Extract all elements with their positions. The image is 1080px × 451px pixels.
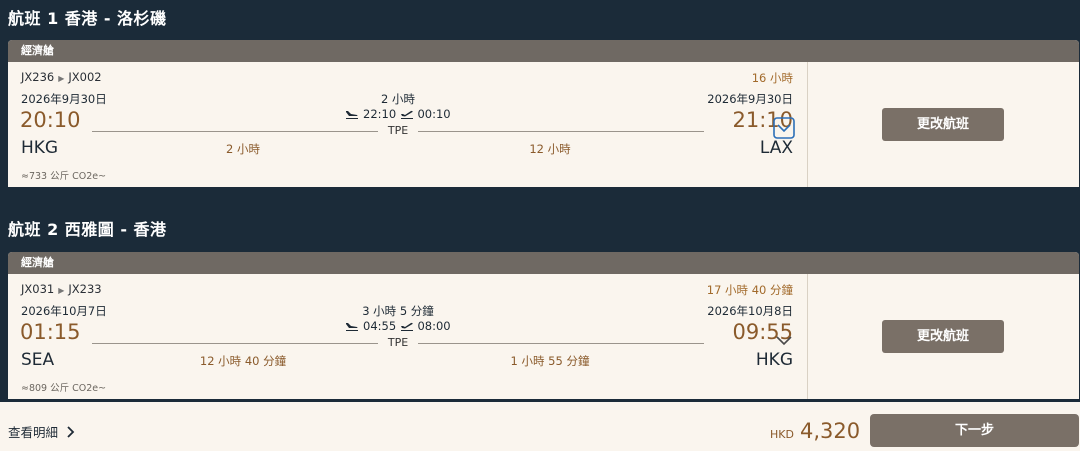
flight-2-body: JX031 ▶ JX233 17 小時 40 分鐘 2026年10月7日 3 小時 … [8,274,1079,399]
stopover-depart-time: 00:10 [417,107,451,121]
chevron-down-icon [773,117,795,139]
depart-date: 2026年10月7日 [21,304,107,318]
leg-2-duration: 12 小時 [529,142,571,156]
arrive-airport: HKG [755,350,793,370]
flight-numbers: JX031 ▶ JX233 [21,282,102,296]
depart-date: 2026年9月30日 [21,92,107,106]
cabin-header: 經濟艙 [8,252,1079,274]
flight-number-second: JX233 [68,282,102,296]
total-duration: 16 小時 [751,71,793,85]
view-details-link[interactable]: 查看明細 [8,422,75,441]
co2-estimate: ≈733 公斤 CO2e~ [21,171,107,182]
total-duration: 17 小時 40 分鐘 [706,283,793,297]
card-divider [807,274,808,399]
stopover-times: 22:10 00:10 [288,107,508,121]
plane-takeoff-icon [400,322,413,331]
footer-bar: 查看明細 HKD 4,320 下一步 [0,402,1080,451]
leg-1-duration: 2 小時 [226,142,260,156]
flight-2-title: 航班 2 西雅圖 - 香港 [8,220,167,239]
co2-estimate: ≈809 公斤 CO2e~ [21,383,107,394]
stopover-airport: TPE [378,124,418,137]
stopover-duration: 3 小時 5 分鐘 [362,304,434,318]
total-price: 4,320 [800,419,861,443]
stopover-times: 04:55 08:00 [288,319,508,333]
next-step-button[interactable]: 下一步 [870,414,1079,447]
depart-airport: HKG [21,138,59,158]
flight-number-first: JX031 [21,282,55,296]
triangle-right-icon: ▶ [58,286,65,295]
plane-landing-icon [346,323,359,331]
change-flight-button[interactable]: 更改航班 [882,108,1004,141]
expand-toggle[interactable] [773,117,795,139]
chevron-right-icon [67,426,75,438]
flight-numbers: JX236 ▶ JX002 [21,70,102,84]
chevron-down-icon [776,336,792,346]
flight-1-title: 航班 1 香港 - 洛杉磯 [8,9,167,28]
leg-2-duration: 1 小時 55 分鐘 [510,354,590,368]
arrive-airport: LAX [759,138,793,158]
stopover-airport: TPE [378,336,418,349]
expand-toggle[interactable] [773,329,795,351]
flight-1-body: JX236 ▶ JX002 16 小時 2026年9月30日 2 小時 2026年9… [8,62,1079,187]
flight-number-first: JX236 [21,70,55,84]
card-divider [807,62,808,187]
arrive-date: 2026年10月8日 [707,304,793,318]
price-currency: HKD [770,428,794,441]
cabin-header: 經濟艙 [8,40,1079,62]
stopover-arrive-time: 22:10 [363,107,397,121]
triangle-right-icon: ▶ [58,74,65,83]
flight-number-second: JX002 [68,70,102,84]
plane-landing-icon [346,111,359,119]
leg-1-duration: 12 小時 40 分鐘 [199,354,287,368]
change-flight-button[interactable]: 更改航班 [882,320,1004,353]
flight-2-card: 經濟艙 JX031 ▶ JX233 17 小時 40 分鐘 2026年10月7日 3… [8,252,1079,399]
plane-takeoff-icon [400,110,413,119]
flight-1-card: 經濟艙 JX236 ▶ JX002 16 小時 2026年9月30日 2 小時 20… [8,40,1079,187]
stopover-depart-time: 08:00 [417,319,451,333]
arrive-date: 2026年9月30日 [707,92,793,106]
view-details-label: 查看明細 [8,425,59,440]
depart-time: 20:10 [20,108,81,132]
depart-airport: SEA [21,350,55,370]
depart-time: 01:15 [20,320,81,344]
stopover-arrive-time: 04:55 [363,319,397,333]
stopover-duration: 2 小時 [381,92,415,106]
